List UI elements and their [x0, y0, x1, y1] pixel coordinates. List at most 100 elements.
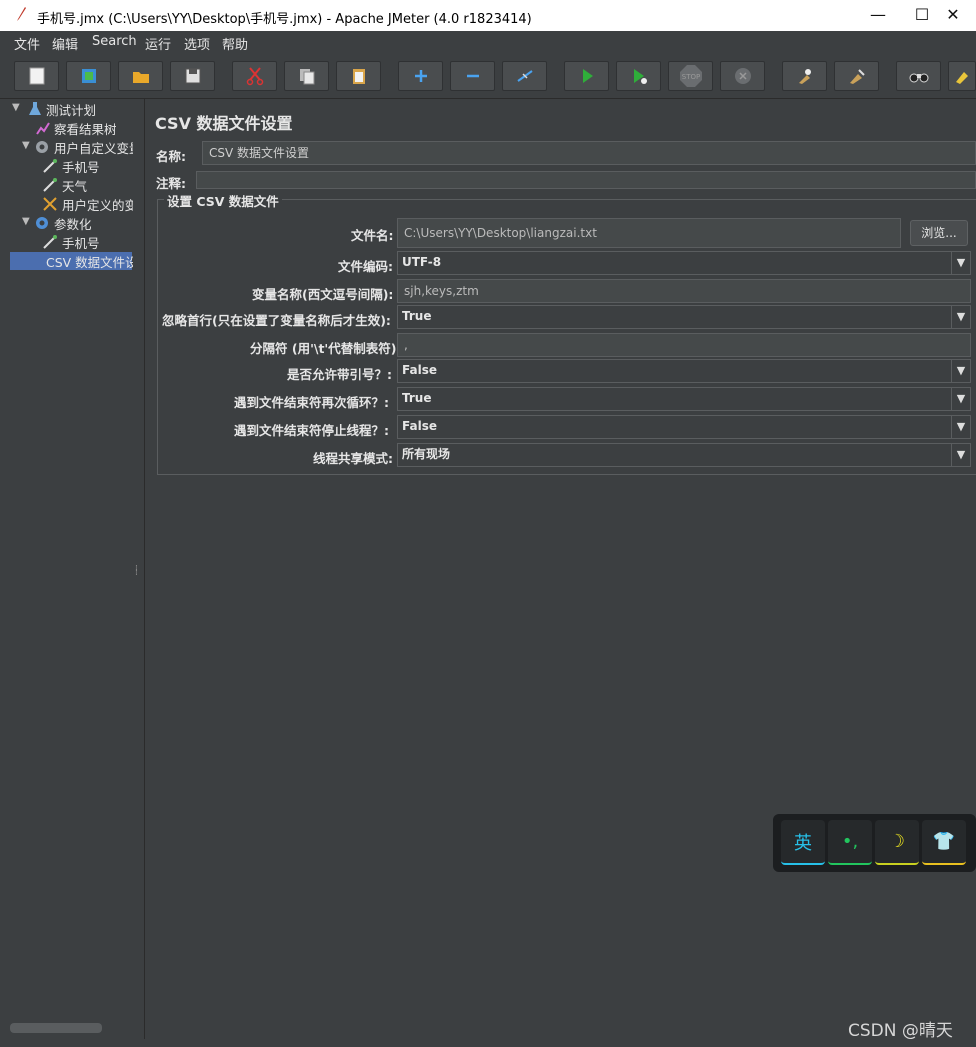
recycle-on-eof-label: 遇到文件结束符再次循环？:: [234, 395, 389, 410]
tools-icon: [43, 197, 57, 211]
toolbar: STOP: [0, 54, 976, 99]
csv-config-panel: CSV 数据文件设置 名称: CSV 数据文件设置 注释: 设置 CSV 数据文…: [145, 99, 976, 1039]
tree-node-parameterize[interactable]: 参数化: [34, 214, 92, 232]
menu-run[interactable]: 运行: [145, 34, 171, 53]
window-title: 手机号.jmx (C:\Users\YY\Desktop\手机号.jmx) - …: [37, 12, 532, 27]
name-label: 名称:: [156, 149, 186, 164]
chevron-down-icon[interactable]: ▼: [951, 306, 970, 328]
open-icon: [132, 72, 149, 83]
paste-icon: [352, 69, 365, 84]
delimiter-label: 分隔符 (用'\t'代替制表符):: [250, 341, 402, 356]
browse-button[interactable]: 浏览...: [910, 220, 968, 246]
menu-bar: 文件 编辑 Search 运行 选项 帮助: [0, 31, 976, 54]
expand-arrow-icon[interactable]: ▼: [22, 140, 30, 151]
close-button[interactable]: ✕: [930, 0, 976, 31]
stop-thread-on-eof-combo[interactable]: False ▼: [397, 415, 971, 439]
new-button[interactable]: [14, 61, 59, 91]
expand-arrow-icon[interactable]: ▼: [12, 102, 20, 113]
chevron-down-icon[interactable]: ▼: [951, 444, 970, 466]
expand-all-button[interactable]: [398, 61, 443, 91]
encoding-value: UTF-8: [402, 255, 442, 269]
stop-thread-on-eof-value: False: [402, 419, 437, 433]
comment-label: 注释:: [156, 176, 186, 191]
comment-field[interactable]: [196, 171, 976, 189]
menu-edit[interactable]: 编辑: [52, 34, 78, 53]
encoding-combo[interactable]: UTF-8 ▼: [397, 251, 971, 275]
ime-punctuation-toggle[interactable]: •,: [828, 820, 872, 865]
menu-options[interactable]: 选项: [184, 34, 210, 53]
variable-names-field[interactable]: sjh,keys,ztm: [397, 279, 971, 303]
ignore-first-line-combo[interactable]: True ▼: [397, 305, 971, 329]
start-button[interactable]: [564, 61, 609, 91]
recycle-on-eof-combo[interactable]: True ▼: [397, 387, 971, 411]
jmeter-feather-icon: [17, 7, 26, 21]
sharing-mode-combo[interactable]: 所有现场 ▼: [397, 443, 971, 467]
stop-text: STOP: [681, 73, 699, 81]
tree-node-phone[interactable]: 手机号: [42, 157, 100, 175]
name-field[interactable]: CSV 数据文件设置: [202, 141, 976, 165]
encoding-label: 文件编码:: [338, 259, 393, 274]
sharing-mode-label: 线程共享模式:: [313, 451, 393, 466]
group-title: 设置 CSV 数据文件: [164, 191, 282, 210]
allow-quoted-combo[interactable]: False ▼: [397, 359, 971, 383]
allow-quoted-value: False: [402, 363, 437, 377]
start-no-pauses-button[interactable]: [616, 61, 661, 91]
new-icon: [29, 67, 44, 85]
minimize-button[interactable]: —: [855, 0, 901, 31]
ignore-first-line-value: True: [402, 309, 432, 323]
search-button[interactable]: [896, 61, 941, 91]
ime-skin-icon[interactable]: 👕: [922, 820, 966, 865]
search-icon: [909, 73, 928, 83]
chevron-down-icon[interactable]: ▼: [951, 416, 970, 438]
recycle-on-eof-value: True: [402, 391, 432, 405]
flask-icon: [29, 102, 41, 115]
menu-file[interactable]: 文件: [14, 34, 40, 53]
open-button[interactable]: [118, 61, 163, 91]
menu-search[interactable]: Search: [92, 34, 137, 49]
cut-button[interactable]: [232, 61, 277, 91]
reset-search-icon: [956, 72, 968, 84]
paste-button[interactable]: [336, 61, 381, 91]
menu-help[interactable]: 帮助: [222, 34, 248, 53]
expand-arrow-icon[interactable]: ▼: [22, 216, 30, 227]
clear-all-button[interactable]: [834, 61, 879, 91]
templates-button[interactable]: [66, 61, 111, 91]
tree-node-user-defined-vars[interactable]: 用户定义的变量: [42, 195, 133, 213]
ignore-first-line-label: 忽略首行(只在设置了变量名称后才生效):: [162, 313, 391, 328]
gear-icon: [36, 141, 48, 153]
sharing-mode-value: 所有现场: [402, 447, 451, 461]
chevron-down-icon[interactable]: ▼: [951, 388, 970, 410]
tree-node-weather[interactable]: 天气: [42, 176, 87, 194]
reset-search-button[interactable]: [948, 61, 976, 91]
tree-node-phone-2[interactable]: 手机号: [42, 233, 100, 251]
tree-horizontal-scrollbar[interactable]: [10, 1023, 102, 1033]
delimiter-field[interactable]: ,: [397, 333, 971, 357]
tree-node-csv-data-set[interactable]: CSV 数据文件设置: [10, 252, 133, 270]
collapse-all-button[interactable]: [450, 61, 495, 91]
templates-icon: [81, 69, 96, 83]
ime-toolbar: 英 •, ☽ 👕: [773, 814, 976, 872]
shutdown-button[interactable]: [720, 61, 765, 91]
ime-language-toggle[interactable]: 英: [781, 820, 825, 865]
filename-label: 文件名:: [351, 228, 394, 243]
sampler-icon: [43, 178, 57, 192]
copy-button[interactable]: [284, 61, 329, 91]
filename-field[interactable]: C:\Users\YY\Desktop\liangzai.txt: [397, 218, 901, 248]
stop-button[interactable]: STOP: [668, 61, 713, 91]
allow-quoted-label: 是否允许带引号？:: [287, 367, 392, 382]
clear-button[interactable]: [782, 61, 827, 91]
save-button[interactable]: [170, 61, 215, 91]
chevron-down-icon[interactable]: ▼: [951, 252, 970, 274]
shutdown-icon: [734, 68, 751, 84]
page-title: CSV 数据文件设置: [155, 114, 293, 133]
gear-icon: [36, 217, 48, 229]
ime-moon-icon[interactable]: ☽: [875, 820, 919, 865]
sampler-icon: [43, 159, 57, 173]
variable-names-label: 变量名称(西文逗号间隔):: [252, 287, 394, 302]
tree-node-user-vars-group[interactable]: 用户自定义变量: [34, 138, 133, 156]
tree-node-view-results-tree[interactable]: 察看结果树: [36, 119, 117, 137]
split-pane-divider[interactable]: ⁞ ⁞: [133, 99, 145, 1039]
toggle-button[interactable]: [502, 61, 547, 91]
tree-node-test-plan[interactable]: 测试计划: [28, 100, 96, 118]
chevron-down-icon[interactable]: ▼: [951, 360, 970, 382]
